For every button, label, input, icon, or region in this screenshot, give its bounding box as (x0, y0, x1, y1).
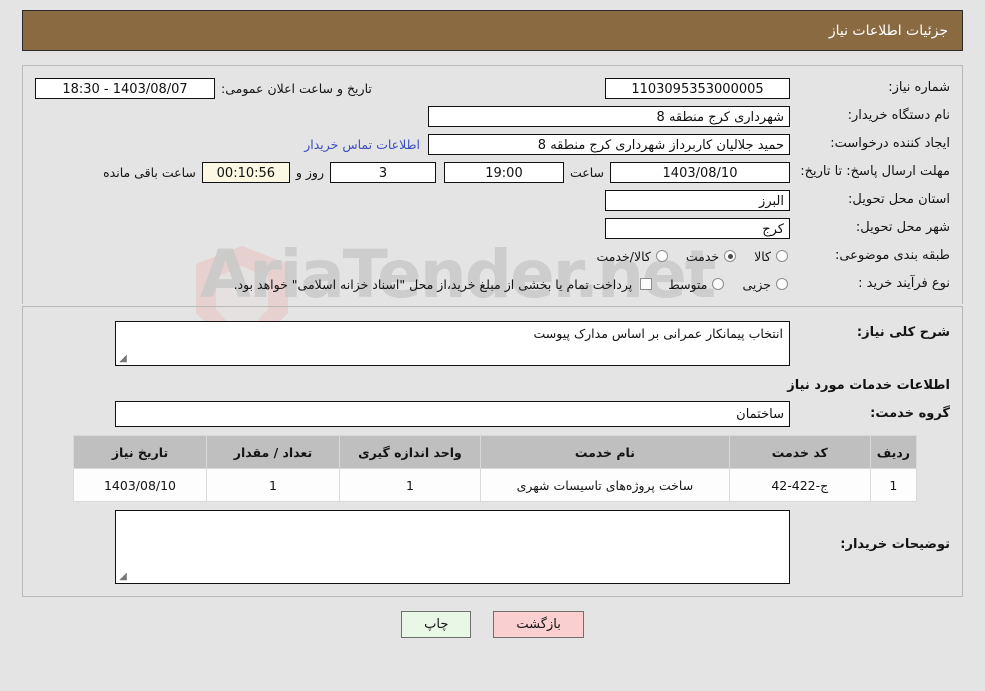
items-table: ردیف کد خدمت نام خدمت واحد اندازه گیری ت… (73, 435, 918, 502)
category-option-kala-khedmat[interactable]: کالا/خدمت (580, 249, 669, 264)
purchase-process-label: نوع فرآیند خرید : (858, 275, 950, 291)
col-header-name: نام خدمت (480, 435, 730, 469)
public-announce-field[interactable]: 1403/08/07 - 18:30 (35, 77, 215, 99)
category-option-kala-label: کالا (754, 248, 771, 264)
col-header-code: کد خدمت (728, 435, 871, 469)
request-creator-field[interactable]: حمید جلالیان کاربرداز شهرداری کرج منطقه … (428, 133, 790, 155)
deadline-time-field[interactable]: 19:00 (443, 161, 564, 183)
radio-jozii-icon[interactable] (776, 278, 788, 290)
deadline-days-field[interactable]: 3 (329, 161, 436, 183)
cell-name: ساخت پروژه‌های تاسیسات شهری (480, 468, 730, 502)
header-wrap: جزئیات اطلاعات نیاز (0, 0, 985, 51)
general-desc-value: انتخاب پیمانکار عمرانی بر اساس مدارک پیو… (533, 326, 783, 341)
row-delivery-province: استان محل تحویل: البرز (23, 186, 962, 214)
print-button[interactable]: چاپ (401, 611, 472, 638)
general-desc-label: شرح کلی نیاز: (856, 325, 950, 340)
deadline-countdown-label: ساعت باقی مانده (103, 164, 196, 180)
category-option-kala[interactable]: کالا (738, 249, 790, 264)
col-header-unit: واحد اندازه گیری (339, 435, 481, 469)
items-table-wrap: ردیف کد خدمت نام خدمت واحد اندازه گیری ت… (23, 429, 962, 506)
buyer-org-label: نام دستگاه خریدار: (847, 107, 950, 123)
radio-khedmat-icon[interactable] (724, 250, 737, 262)
row-buyer-comments: توضیحات خریدار: ◢ (23, 506, 962, 586)
service-group-field[interactable]: ساختمان (115, 401, 790, 427)
services-section-title: اطلاعات خدمات مورد نیاز (787, 378, 950, 393)
radio-kala-icon[interactable] (776, 250, 788, 262)
row-general-desc: شرح کلی نیاز: انتخاب پیمانکار عمرانی بر … (23, 315, 962, 368)
purchase-process-option-motavaset-label: متوسط (668, 276, 708, 292)
delivery-province-label: استان محل تحویل: (848, 191, 950, 207)
purchase-process-option-jozii-label: جزیی (742, 276, 771, 292)
row-purchase-process: نوع فرآیند خرید : جزیی متوسط پرداخت تمام… (23, 270, 962, 298)
row-buyer-org: نام دستگاه خریدار: شهرداری کرج منطقه 8 (23, 102, 962, 130)
radio-motavaset-icon[interactable] (712, 278, 725, 290)
cell-qty: 1 (206, 468, 340, 502)
buyer-org-field[interactable]: شهرداری کرج منطقه 8 (428, 105, 790, 127)
treasury-docs-checkbox[interactable] (640, 278, 653, 290)
deadline-date-field[interactable]: 1403/08/10 (610, 161, 790, 183)
deadline-label: مهلت ارسال پاسخ: تا تاریخ: (800, 164, 950, 180)
radio-kala-khedmat-icon[interactable] (655, 250, 668, 262)
row-category: طبقه بندی موضوعی: کالا خدمت کالا/خدمت (23, 242, 962, 270)
row-request-creator: ایجاد کننده درخواست: حمید جلالیان کاربرد… (23, 130, 962, 158)
category-option-khedmat-label: خدمت (685, 248, 720, 264)
row-need-number: شماره نیاز: 1103095353000005 تاریخ و ساع… (23, 74, 962, 102)
category-option-khedmat[interactable]: خدمت (670, 249, 738, 264)
deadline-days-label: روز و (295, 164, 324, 180)
page-title: جزئیات اطلاعات نیاز (22, 10, 963, 51)
purchase-process-option-motavaset[interactable]: متوسط (652, 277, 726, 292)
col-header-qty: تعداد / مقدار (206, 435, 340, 469)
cell-date: 1403/08/10 (73, 468, 207, 502)
cell-radif: 1 (869, 468, 918, 502)
button-bar: بازگشت چاپ (0, 597, 985, 638)
public-announce-label: تاریخ و ساعت اعلان عمومی: (221, 80, 372, 96)
row-deadline: مهلت ارسال پاسخ: تا تاریخ: 1403/08/10 سا… (23, 158, 962, 186)
purchase-process-option-jozii[interactable]: جزیی (726, 277, 790, 292)
row-service-group: گروه خدمت: ساختمان (23, 399, 962, 429)
buyer-contact-link[interactable]: اطلاعات تماس خریدار (296, 137, 428, 152)
category-label: طبقه بندی موضوعی: (834, 247, 950, 263)
need-info-panel: شماره نیاز: 1103095353000005 تاریخ و ساع… (22, 65, 963, 304)
treasury-docs-note: پرداخت تمام یا بخشی از مبلغ خرید،از محل … (233, 276, 633, 292)
need-number-field[interactable]: 1103095353000005 (605, 77, 790, 99)
general-desc-textarea[interactable]: انتخاب پیمانکار عمرانی بر اساس مدارک پیو… (115, 321, 790, 366)
col-header-radif: ردیف (869, 435, 918, 469)
buyer-comments-label: توضیحات خریدار: (840, 537, 950, 552)
need-number-label: شماره نیاز: (888, 79, 950, 95)
resize-grip-icon[interactable]: ◢ (118, 354, 128, 364)
service-group-label: گروه خدمت: (870, 405, 950, 421)
delivery-city-field[interactable]: کرج (605, 217, 790, 239)
delivery-province-field[interactable]: البرز (605, 189, 790, 211)
cell-code: ج-422-42 (728, 468, 871, 502)
deadline-countdown-field: 00:10:56 (201, 161, 290, 183)
table-row: 1 ج-422-42 ساخت پروژه‌های تاسیسات شهری 1… (73, 468, 918, 502)
deadline-time-label: ساعت (569, 164, 604, 180)
col-header-date: تاریخ نیاز (73, 435, 207, 469)
back-button[interactable]: بازگشت (493, 611, 584, 638)
request-creator-label: ایجاد کننده درخواست: (830, 135, 950, 151)
resize-grip-icon-2[interactable]: ◢ (118, 572, 128, 582)
cell-unit: 1 (339, 468, 481, 502)
buyer-comments-textarea[interactable]: ◢ (115, 510, 790, 584)
delivery-city-label: شهر محل تحویل: (855, 219, 950, 235)
category-option-kala-khedmat-label: کالا/خدمت (596, 248, 651, 264)
details-panel: شرح کلی نیاز: انتخاب پیمانکار عمرانی بر … (22, 306, 963, 597)
table-header-row: ردیف کد خدمت نام خدمت واحد اندازه گیری ت… (73, 435, 918, 469)
row-delivery-city: شهر محل تحویل: کرج (23, 214, 962, 242)
